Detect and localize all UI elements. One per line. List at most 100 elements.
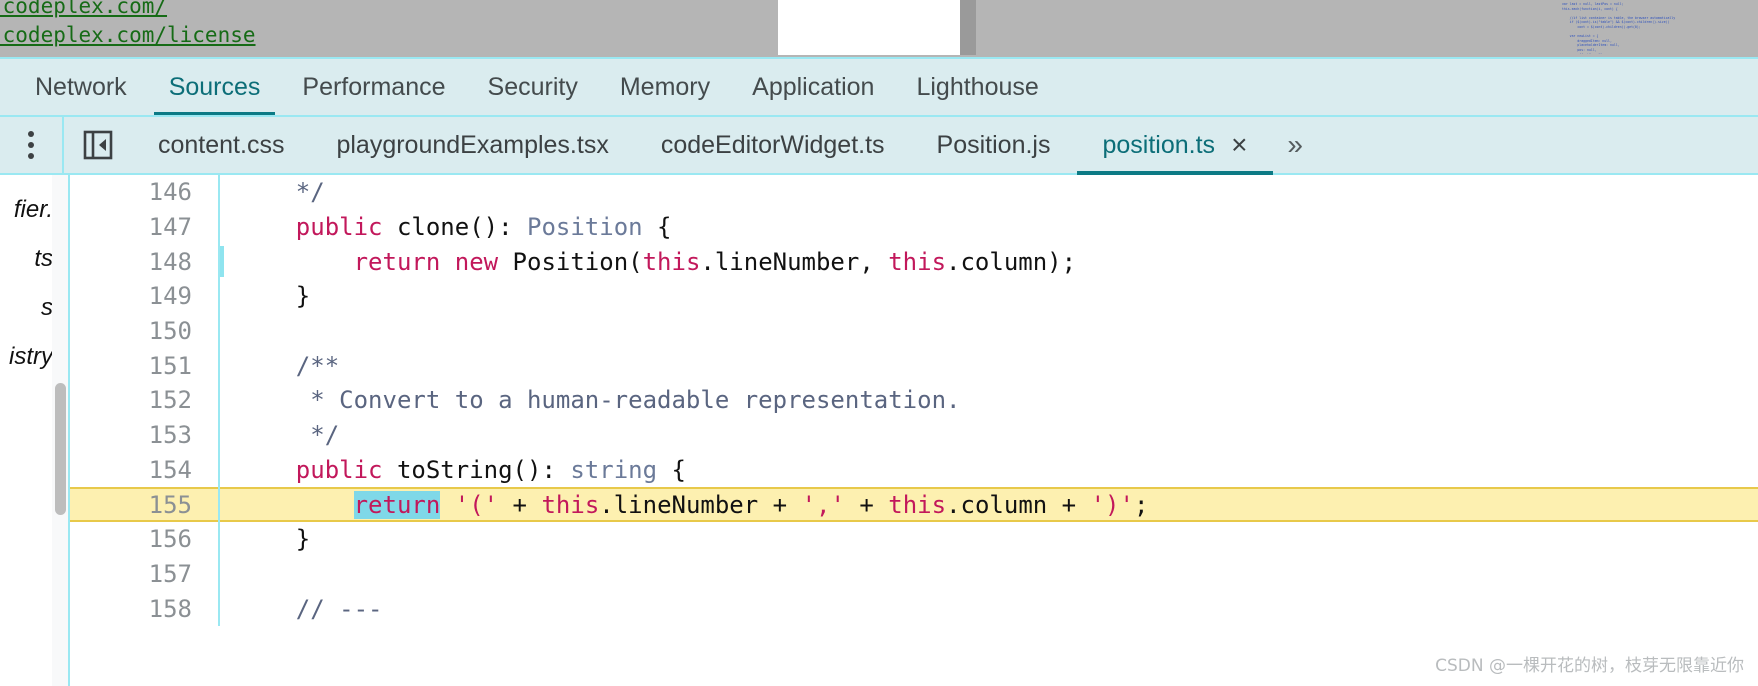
code-line-text[interactable]: return new Position(this.lineNumber, thi… [220,248,1076,276]
line-number[interactable]: 149 [70,282,218,310]
code-line[interactable]: 152 * Convert to a human-readable repres… [70,383,1758,418]
code-line[interactable]: 157 [70,556,1758,592]
code-token: { [642,213,672,242]
file-tab-content-css[interactable]: content.css [132,116,310,174]
page-link-1[interactable]: .codeplex.com/license [0,21,256,50]
code-token: + [498,490,542,519]
code-line[interactable]: 156 } [70,521,1758,557]
code-token: Position [527,213,643,242]
code-line-list: 146 */147 public clone(): Position {148 … [70,175,1758,626]
code-token: this [888,490,947,519]
file-tab-codeEditorWidget-ts[interactable]: codeEditorWidget.ts [635,116,911,174]
tab-lighthouse[interactable]: Lighthouse [895,58,1059,116]
code-token: string [570,455,658,484]
chevron-double-right-icon[interactable]: » [1273,131,1317,159]
line-number[interactable]: 153 [70,421,218,449]
more-vertical-icon[interactable] [0,116,62,174]
code-token: */ [238,421,340,450]
code-line-text[interactable]: // --- [220,595,383,623]
code-line-text[interactable]: public toString(): string { [220,456,686,484]
navigator-fragment-1: ts [34,245,52,272]
code-token: clone(): [382,213,527,242]
code-token: .column + [946,490,1091,519]
line-number[interactable]: 155 [70,491,218,519]
code-token: public [295,213,383,242]
file-tab-label: position.ts [1102,130,1216,159]
line-number[interactable]: 150 [70,317,218,345]
text-cursor [220,246,224,278]
code-token: Position( [498,247,643,276]
navigator-scrollbar-thumb[interactable] [55,383,66,515]
code-line-text[interactable]: public clone(): Position { [220,213,672,241]
line-number[interactable]: 151 [70,352,218,380]
code-token: /** [238,351,340,380]
code-line-text[interactable]: /** [220,352,339,380]
code-token: } [238,525,311,554]
code-token: .lineNumber, [700,247,889,276]
code-token: { [657,455,686,484]
code-token: .lineNumber + [599,490,802,519]
line-number[interactable]: 147 [70,213,218,241]
file-tab-position-ts[interactable]: position.ts × [1076,116,1274,176]
code-line[interactable]: 147 public clone(): Position { [70,209,1758,245]
code-line[interactable]: 146 */ [70,175,1758,210]
code-editor-pane[interactable]: 146 */147 public clone(): Position {148 … [70,175,1758,686]
navigator-scroll-track[interactable] [52,175,68,686]
code-line[interactable]: 158 // --- [70,591,1758,626]
code-line[interactable]: 149 } [70,279,1758,314]
close-icon[interactable]: × [1231,131,1247,159]
line-number[interactable]: 154 [70,456,218,484]
code-token: return new [353,247,499,276]
tab-network[interactable]: Network [14,58,148,116]
code-line[interactable]: 151 /** [70,348,1758,384]
collapse-sidebar-icon[interactable] [64,116,132,174]
code-line-text[interactable]: * Convert to a human-readable representa… [220,386,960,414]
code-line[interactable]: 154 public toString(): string { [70,452,1758,488]
code-line-text[interactable]: } [220,282,310,310]
code-line[interactable]: 148 return new Position(this.lineNumber,… [70,244,1758,280]
line-number[interactable]: 152 [70,386,218,414]
code-token: this [541,490,600,519]
line-number[interactable]: 158 [70,595,218,623]
tab-security[interactable]: Security [467,58,599,116]
code-line-text[interactable]: */ [220,421,339,449]
screenshot-root: .codeplex.com/ .codeplex.com/license var… [0,0,1758,686]
navigator-fragment-2: s [41,294,52,321]
line-number[interactable]: 146 [70,178,218,206]
selected-token: return [353,490,441,519]
code-line-text[interactable]: } [220,525,310,553]
tab-memory[interactable]: Memory [599,58,731,116]
code-line[interactable]: 150 [70,313,1758,349]
page-link-0[interactable]: .codeplex.com/ [0,0,256,21]
file-tab-playgroundExamples-tsx[interactable]: playgroundExamples.tsx [310,116,634,174]
navigator-fragment-0: fier. [13,196,52,223]
code-token: ')' [1090,490,1134,519]
page-code-thumbnail-text: var last = null, lastPos = null; this.ea… [1562,2,1676,54]
file-tab-Position-js[interactable]: Position.js [911,116,1077,174]
file-tab-label: Position.js [936,130,1051,159]
tab-performance[interactable]: Performance [281,58,466,116]
code-line-text[interactable]: return '(' + this.lineNumber + ',' + thi… [220,490,1149,519]
gutter-divider [218,313,220,349]
code-line[interactable]: 153 */ [70,417,1758,453]
code-line-text[interactable]: */ [220,178,325,206]
watermark: CSDN @一棵开花的树，枝芽无限靠近你 [1435,656,1744,676]
line-number[interactable]: 156 [70,525,218,553]
gutter-divider [218,556,220,592]
navigator-pane-clipped: fier. ts s istry [0,175,52,686]
code-line[interactable]: 155 return '(' + this.lineNumber + ',' +… [70,487,1758,522]
line-number[interactable]: 148 [70,248,218,276]
tab-application[interactable]: Application [731,58,895,116]
file-tab-label: content.css [158,130,285,159]
tab-sources[interactable]: Sources [148,58,282,116]
code-token: this [642,247,701,276]
line-number[interactable]: 157 [70,560,218,588]
code-token: ; [1133,490,1149,519]
code-token: + [844,490,889,519]
code-token: this [888,247,947,276]
file-tab-label: codeEditorWidget.ts [660,130,885,159]
